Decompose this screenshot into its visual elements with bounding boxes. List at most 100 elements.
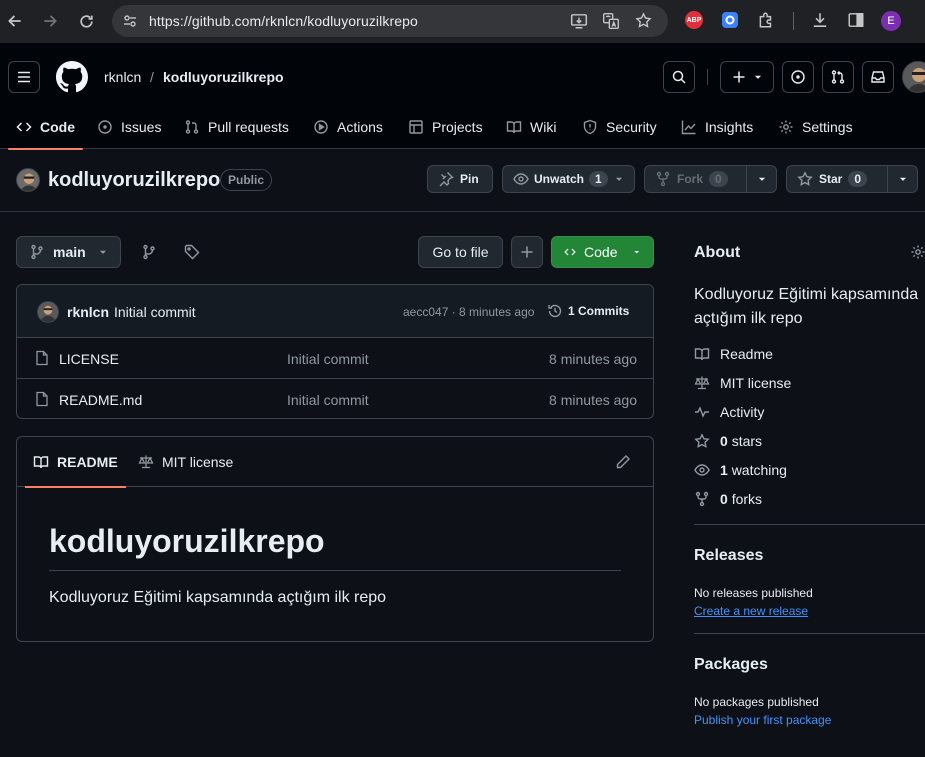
reload-icon[interactable] xyxy=(74,9,98,33)
code-button[interactable]: Code xyxy=(551,236,654,268)
file-icon xyxy=(34,350,50,366)
go-to-file-button[interactable]: Go to file xyxy=(418,236,503,268)
branch-selector[interactable]: main xyxy=(16,236,121,268)
edit-pencil-icon[interactable] xyxy=(615,454,631,470)
extensions-puzzle-icon[interactable] xyxy=(757,11,775,29)
file-commit-message[interactable]: Initial commit xyxy=(287,351,369,367)
packages-heading[interactable]: Packages xyxy=(694,656,768,674)
book-icon xyxy=(33,456,49,469)
tab-projects[interactable]: Projects xyxy=(408,105,483,149)
commits-link[interactable]: 1 Commits xyxy=(547,303,629,319)
tab-issues[interactable]: Issues xyxy=(97,105,161,149)
forward-arrow-icon[interactable] xyxy=(38,9,62,33)
branch-icon xyxy=(31,244,43,260)
table-row[interactable]: LICENSE Initial commit 8 minutes ago xyxy=(17,338,653,379)
create-release-link[interactable]: Create a new release xyxy=(694,604,808,618)
address-bar[interactable]: https://github.com/rknlcn/kodluyoruzilkr… xyxy=(112,5,668,37)
graph-icon xyxy=(681,120,696,135)
file-commit-age: 8 minutes ago xyxy=(549,351,637,367)
commit-author-avatar[interactable] xyxy=(37,301,59,323)
inbox-icon[interactable] xyxy=(862,61,894,93)
side-panel-icon[interactable] xyxy=(847,11,865,29)
breadcrumb-separator: / xyxy=(150,69,154,85)
file-commit-message[interactable]: Initial commit xyxy=(287,392,369,408)
toolbar-divider xyxy=(793,12,794,30)
plus-icon xyxy=(733,71,745,83)
site-settings-icon[interactable] xyxy=(122,13,138,29)
publish-package-link[interactable]: Publish your first package xyxy=(694,713,831,727)
fork-counter: 0 xyxy=(709,171,728,187)
commit-message[interactable]: Initial commit xyxy=(114,304,196,320)
sidebar-divider xyxy=(694,633,925,634)
law-icon xyxy=(138,455,154,469)
back-arrow-icon[interactable] xyxy=(3,9,27,33)
hamburger-menu-icon[interactable] xyxy=(8,61,40,93)
url-text[interactable]: https://github.com/rknlcn/kodluyoruzilkr… xyxy=(149,13,418,29)
fork-button[interactable]: Fork 0 xyxy=(644,165,777,193)
table-row[interactable]: README.md Initial commit 8 minutes ago xyxy=(17,379,653,418)
bookmark-star-icon[interactable] xyxy=(635,12,652,29)
star-icon xyxy=(797,171,813,186)
releases-heading[interactable]: Releases xyxy=(694,547,763,565)
github-logo-icon[interactable] xyxy=(56,61,88,93)
create-new-button[interactable] xyxy=(720,61,774,93)
releases-empty-text: No releases published xyxy=(694,586,813,600)
extension-icon[interactable] xyxy=(721,11,739,29)
pin-button[interactable]: Pin xyxy=(427,165,493,193)
install-app-icon[interactable] xyxy=(570,12,588,30)
tab-wiki[interactable]: Wiki xyxy=(506,105,556,149)
star-button[interactable]: Star 0 xyxy=(786,165,918,193)
tab-insights[interactable]: Insights xyxy=(681,105,753,149)
file-browser: rknlcn Initial commit aecc047 · 8 minute… xyxy=(16,284,654,419)
repo-name[interactable]: kodluyoruzilkrepo xyxy=(48,169,220,192)
caret-down-icon[interactable] xyxy=(887,166,917,192)
search-icon[interactable] xyxy=(663,61,695,93)
add-file-button[interactable] xyxy=(511,236,543,268)
profile-avatar[interactable]: E xyxy=(881,11,901,31)
file-commit-age: 8 minutes ago xyxy=(549,392,637,408)
branches-icon[interactable] xyxy=(133,236,165,268)
about-forks-link[interactable]: 0 forks xyxy=(694,491,762,507)
breadcrumb-repo[interactable]: kodluyoruzilkrepo xyxy=(163,69,284,85)
pull-requests-icon[interactable] xyxy=(822,61,854,93)
file-name[interactable]: LICENSE xyxy=(59,351,119,367)
commit-sha-time[interactable]: aecc047 · 8 minutes ago xyxy=(403,305,534,319)
code-icon xyxy=(16,122,32,132)
caret-down-icon xyxy=(634,251,640,254)
tab-code[interactable]: Code xyxy=(8,105,83,150)
visibility-badge: Public xyxy=(220,169,273,191)
readme-body: Kodluyoruz Eğitimi kapsamında açtığım il… xyxy=(49,589,387,606)
file-name[interactable]: README.md xyxy=(59,392,142,408)
caret-down-icon[interactable] xyxy=(746,166,776,192)
about-readme-link[interactable]: Readme xyxy=(694,346,773,362)
issues-icon[interactable] xyxy=(782,61,814,93)
book-icon xyxy=(694,348,710,361)
about-watching-link[interactable]: 1 watching xyxy=(694,462,787,478)
tab-pull-requests[interactable]: Pull requests xyxy=(184,105,289,149)
about-stars-link[interactable]: 0 stars xyxy=(694,433,762,449)
fork-icon xyxy=(656,171,670,187)
unwatch-button[interactable]: Unwatch 1 xyxy=(502,165,635,193)
gear-icon[interactable] xyxy=(910,244,925,260)
fork-icon xyxy=(695,491,709,507)
github-header: rknlcn / kodluyoruzilkrepo Code Issues P… xyxy=(0,43,925,150)
translate-icon[interactable] xyxy=(602,12,620,30)
tab-settings[interactable]: Settings xyxy=(778,105,853,149)
about-license-link[interactable]: MIT license xyxy=(694,375,791,391)
tab-license[interactable]: MIT license xyxy=(138,437,233,487)
user-avatar[interactable] xyxy=(902,61,925,93)
code-icon xyxy=(564,248,576,256)
owner-avatar[interactable] xyxy=(16,168,40,192)
breadcrumb-owner[interactable]: rknlcn xyxy=(104,69,141,85)
tab-security[interactable]: Security xyxy=(582,105,657,149)
downloads-icon[interactable] xyxy=(811,11,829,29)
tab-actions[interactable]: Actions xyxy=(313,105,383,149)
eye-icon xyxy=(513,173,529,185)
tab-readme[interactable]: README xyxy=(25,437,126,488)
caret-down-icon[interactable] xyxy=(614,174,634,184)
commit-author[interactable]: rknlcn xyxy=(67,304,109,320)
adblock-extension-icon[interactable]: ABP xyxy=(685,11,703,29)
tag-icon[interactable] xyxy=(176,236,208,268)
sidebar-divider xyxy=(694,524,925,525)
about-activity-link[interactable]: Activity xyxy=(694,404,764,420)
